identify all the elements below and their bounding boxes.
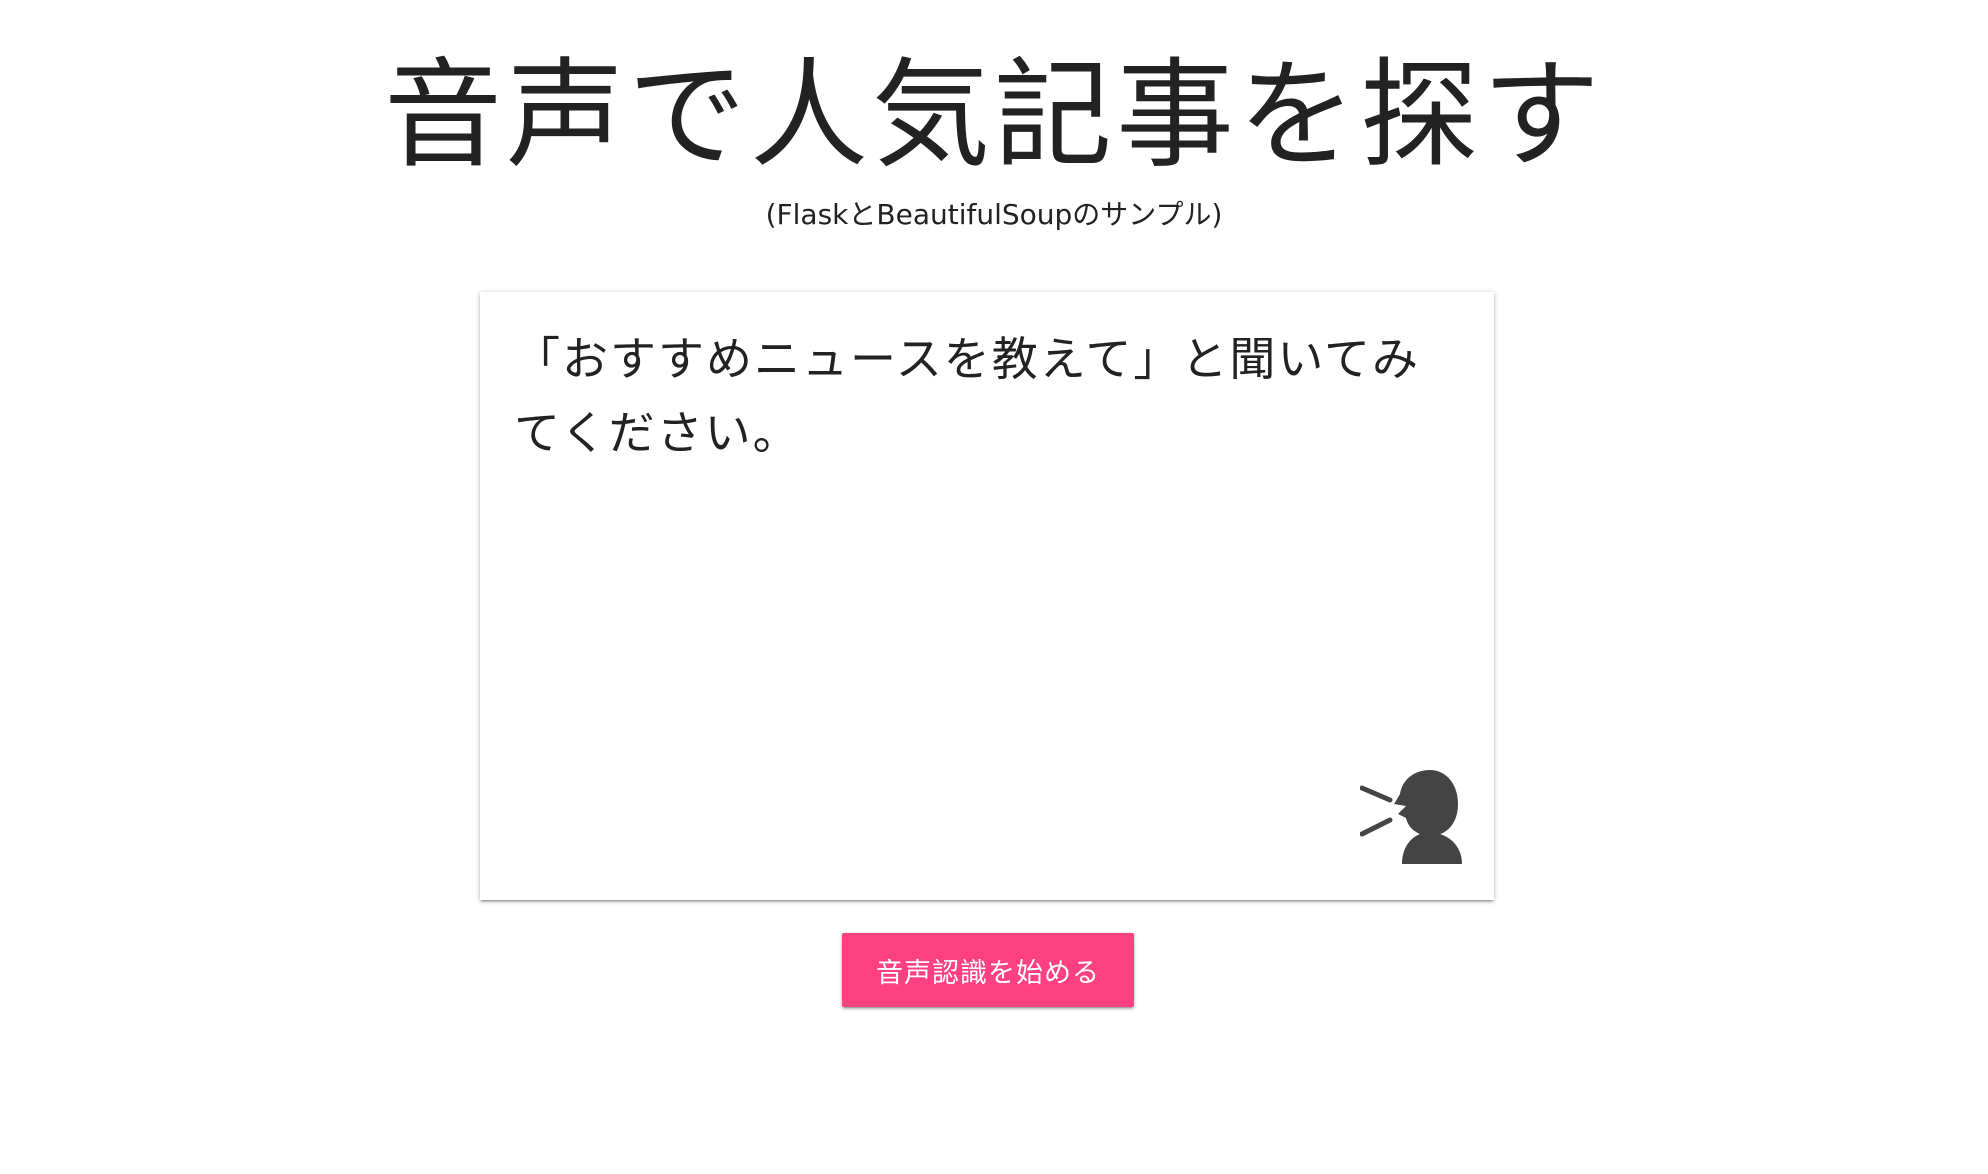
start-recognition-button[interactable]: 音声認識を始める — [842, 933, 1134, 1007]
result-card: 「おすすめニュースを教えて」と聞いてみてください。 — [480, 292, 1494, 900]
speaking-person-icon — [1360, 770, 1462, 864]
page-subtitle: (FlaskとBeautifulSoupのサンプル) — [765, 198, 1223, 231]
prompt-text: 「おすすめニュースを教えて」と聞いてみてください。 — [514, 332, 1421, 460]
page: 音声で人気記事を探す (FlaskとBeautifulSoupのサンプル) 「お… — [0, 0, 1988, 1174]
page-title: 音声で人気記事を探す — [383, 46, 1604, 184]
